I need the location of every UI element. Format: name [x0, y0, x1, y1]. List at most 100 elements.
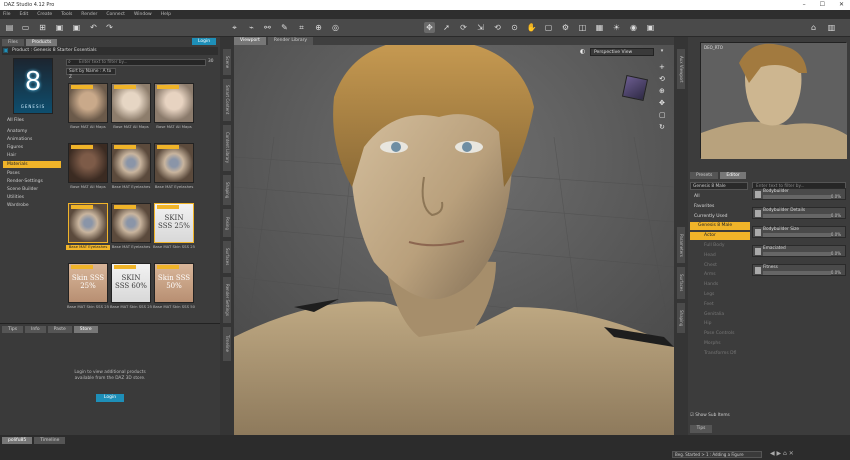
tab-timeline-bottom[interactable]: Timeline [34, 437, 66, 444]
tree-item[interactable]: Favorites [690, 203, 750, 211]
surface-selection-icon[interactable]: ✎ [279, 22, 290, 33]
vtab-scene[interactable]: Scene [223, 49, 231, 75]
category-figures[interactable]: Figures [3, 144, 61, 151]
product-thumbnail[interactable] [111, 203, 151, 243]
product-search-input[interactable]: Enter text to filter by... [66, 59, 206, 66]
open-icon[interactable]: ▭ [20, 22, 31, 33]
tab-tips[interactable]: Tips [2, 326, 24, 333]
sort-select[interactable]: Sort by Name : A to Z [66, 68, 116, 80]
reset-icon[interactable]: ↻ [659, 121, 666, 133]
menu-create[interactable]: Create [37, 12, 52, 17]
category-utilities[interactable]: Utilities [3, 194, 61, 201]
menu-file[interactable]: File [3, 12, 11, 17]
product-image[interactable]: 8 GENESIS [13, 58, 53, 114]
lesson-nav-icons[interactable]: ◀ ▶ ⌂ ✕ [770, 450, 794, 457]
tab-pose-converter[interactable]: polifu85 [2, 437, 33, 444]
product-thumbnail[interactable]: SKIN SSS 60% [111, 263, 151, 303]
product-thumbnail[interactable]: SKIN SSS 25% [154, 203, 194, 243]
light-icon[interactable]: ☀ [611, 22, 622, 33]
morph-slider[interactable]: Bodybuilder 0.0% [752, 188, 846, 200]
product-thumbnail[interactable]: Skin SSS 50% [154, 263, 194, 303]
universal-tool-icon[interactable]: ⌖ [229, 22, 240, 33]
plus-icon[interactable]: + [659, 61, 666, 73]
save-icon[interactable]: ▣ [54, 22, 65, 33]
tab-editor[interactable]: Editor [720, 172, 746, 179]
zoom-icon[interactable]: ⊕ [659, 85, 666, 97]
tree-item[interactable]: Arms [690, 271, 750, 279]
product-thumbnail[interactable] [68, 203, 108, 243]
vtab-shaping-right[interactable]: Shaping [677, 303, 685, 333]
rotate-tool-icon[interactable]: ⟳ [458, 22, 469, 33]
menu-edit[interactable]: Edit [20, 12, 29, 17]
vtab-smart-content[interactable]: Smart Content [223, 79, 231, 121]
tab-tips-right[interactable]: Tips [690, 425, 712, 433]
maximize-button[interactable]: ☐ [820, 1, 825, 8]
tree-item[interactable]: Feet [690, 301, 750, 309]
scope-select[interactable]: Genesis 8 Male [690, 182, 748, 190]
morph-slider[interactable]: Emaciated 0.0% [752, 245, 846, 257]
menu-connect[interactable]: Connect [106, 12, 125, 17]
morph-slider[interactable]: Bodybuilder Size 0.0% [752, 226, 846, 238]
slider-value[interactable]: 0.0% [831, 270, 841, 275]
geometry-editor-icon[interactable]: ⌗ [296, 22, 307, 33]
category-anatomy[interactable]: Anatomy [3, 128, 61, 135]
product-thumbnail[interactable] [111, 83, 151, 123]
tree-item[interactable]: Currently Used [690, 213, 750, 221]
pan-icon[interactable]: ✥ [659, 97, 666, 109]
aux-viewport[interactable]: DEO_RTO [700, 42, 847, 159]
category-animations[interactable]: Animations [3, 136, 61, 143]
tab-files[interactable]: Files [2, 39, 24, 46]
tab-viewport[interactable]: Viewport [234, 37, 266, 45]
tree-item[interactable]: Morphs [690, 340, 750, 348]
slider-track[interactable] [763, 233, 831, 237]
redo-icon[interactable]: ↷ [104, 22, 115, 33]
translate-tool-icon[interactable]: ✥ [424, 22, 435, 33]
tree-item[interactable]: Hands [690, 281, 750, 289]
category-poses[interactable]: Poses [3, 170, 61, 177]
tree-item[interactable]: Legs [690, 291, 750, 299]
category-hair[interactable]: Hair [3, 152, 61, 159]
tab-products[interactable]: Products [25, 39, 58, 46]
slider-value[interactable]: 0.0% [831, 194, 841, 199]
camera-icon[interactable]: ◉ [628, 22, 639, 33]
orbit-icon[interactable]: ⟲ [659, 73, 666, 85]
morph-slider[interactable]: Fitness 0.0% [752, 264, 846, 276]
slider-value[interactable]: 0.0% [831, 251, 841, 256]
viewport[interactable]: Viewport Render Library ◐ Perspective Vi… [234, 37, 674, 435]
render-library-icon[interactable]: ▣ [645, 22, 656, 33]
home-icon[interactable]: ⌂ [808, 22, 819, 33]
category-wardrobe[interactable]: Wardrobe [3, 202, 61, 209]
frame-tool-icon[interactable]: ▢ [543, 22, 554, 33]
vtab-content-library[interactable]: Content Library [223, 125, 231, 171]
view-cube-icon[interactable] [621, 74, 649, 102]
slider-value[interactable]: 0.0% [831, 213, 841, 218]
tab-info[interactable]: Info [25, 326, 46, 333]
product-thumbnail[interactable]: Skin SSS 25% [68, 263, 108, 303]
menu-render[interactable]: Render [81, 12, 97, 17]
slider-track[interactable] [763, 214, 831, 218]
slider-value[interactable]: 0.0% [831, 232, 841, 237]
tree-item[interactable]: Chest [690, 262, 750, 270]
frame-icon[interactable]: ▢ [659, 109, 666, 121]
all-files-label[interactable]: All Files [7, 118, 24, 123]
node-weight-tool-icon[interactable]: ⌁ [246, 22, 257, 33]
close-button[interactable]: ✕ [839, 1, 844, 8]
product-thumbnail[interactable] [68, 143, 108, 183]
product-thumbnail[interactable] [154, 143, 194, 183]
zoom-tool-icon[interactable]: ⊙ [509, 22, 520, 33]
render-settings-icon[interactable]: ⚙ [560, 22, 571, 33]
pan-tool-icon[interactable]: ✋ [526, 22, 537, 33]
layout-icon[interactable]: ▥ [826, 22, 837, 33]
merge-icon[interactable]: ⊞ [37, 22, 48, 33]
tree-item[interactable]: Hip [690, 320, 750, 328]
minimize-button[interactable]: – [803, 1, 806, 8]
pointer-tool-icon[interactable]: ➚ [441, 22, 452, 33]
tab-paste[interactable]: Paste [47, 326, 72, 333]
vtab-surfaces-right[interactable]: Surfaces [677, 267, 685, 299]
camera-select[interactable]: Perspective View [590, 48, 654, 56]
spot-render-icon[interactable]: ◎ [330, 22, 341, 33]
joint-editor-icon[interactable]: ⚯ [262, 22, 273, 33]
category-scene-builder[interactable]: Scene Builder [3, 186, 61, 193]
slider-track[interactable] [763, 271, 831, 275]
menu-tools[interactable]: Tools [61, 12, 72, 17]
